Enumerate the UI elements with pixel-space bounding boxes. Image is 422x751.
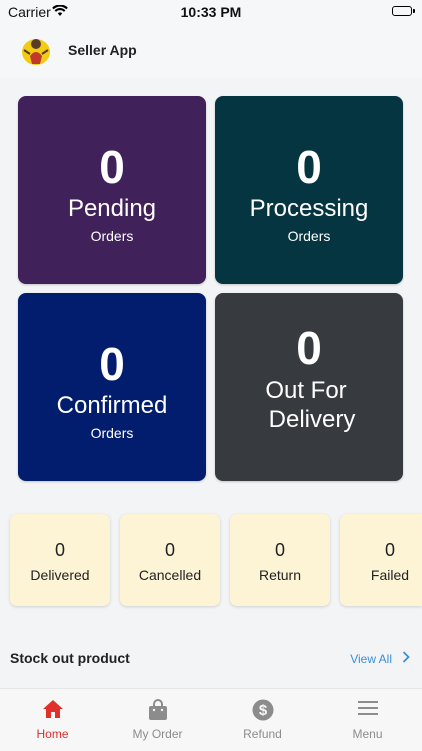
delivered-label: Delivered xyxy=(30,567,90,583)
processing-count: 0 xyxy=(296,141,322,193)
return-tile[interactable]: 0 Return xyxy=(230,514,330,606)
out-for-delivery-card[interactable]: 0 Out For Delivery xyxy=(215,293,403,481)
dollar-icon: $ xyxy=(210,699,315,721)
shopping-bag-icon xyxy=(105,699,210,721)
app-title: Seller App xyxy=(68,42,137,58)
status-bar: Carrier 10:33 PM xyxy=(0,0,422,24)
failed-count: 0 xyxy=(384,540,395,560)
out-for-delivery-title-line2: Delivery xyxy=(268,406,356,433)
nav-menu-label: Menu xyxy=(352,727,383,741)
hamburger-menu-icon xyxy=(315,699,420,721)
nav-my-order-label: My Order xyxy=(132,727,183,741)
nav-home[interactable]: Home xyxy=(0,689,105,751)
processing-title: Processing xyxy=(249,195,369,222)
clock: 10:33 PM xyxy=(180,4,242,20)
app-header: Seller App xyxy=(0,24,422,76)
avatar xyxy=(18,34,54,66)
view-all-link[interactable]: View All xyxy=(350,650,410,668)
home-icon xyxy=(0,699,105,721)
delivered-count: 0 xyxy=(54,540,65,560)
pending-subtitle: Orders xyxy=(90,228,134,244)
nav-home-label: Home xyxy=(36,727,69,741)
battery-icon xyxy=(392,6,415,16)
failed-tile[interactable]: 0 Failed xyxy=(340,514,422,606)
pending-orders-card[interactable]: 0 Pending Orders xyxy=(18,96,206,284)
nav-my-order[interactable]: My Order xyxy=(105,689,210,751)
cancelled-count: 0 xyxy=(164,540,175,560)
svg-text:$: $ xyxy=(258,702,267,719)
view-all-label: View All xyxy=(350,652,392,666)
processing-subtitle: Orders xyxy=(287,228,331,244)
cancelled-label: Cancelled xyxy=(138,567,202,583)
return-label: Return xyxy=(258,567,302,583)
confirmed-orders-card[interactable]: 0 Confirmed Orders xyxy=(18,293,206,481)
nav-menu[interactable]: Menu xyxy=(315,689,420,751)
nav-refund[interactable]: $ Refund xyxy=(210,689,315,751)
chevron-right-icon xyxy=(402,650,410,668)
stock-out-heading: Stock out product xyxy=(10,650,130,666)
confirmed-subtitle: Orders xyxy=(90,425,134,441)
bottom-nav: Home My Order $ Refund Menu xyxy=(0,688,422,751)
pending-count: 0 xyxy=(99,141,125,193)
cancelled-tile[interactable]: 0 Cancelled xyxy=(120,514,220,606)
return-count: 0 xyxy=(274,540,285,560)
out-for-delivery-count: 0 xyxy=(296,322,322,374)
nav-refund-label: Refund xyxy=(243,727,282,741)
confirmed-title: Confirmed xyxy=(56,392,168,419)
out-for-delivery-title-line1: Out For xyxy=(265,377,347,404)
delivered-tile[interactable]: 0 Delivered xyxy=(10,514,110,606)
processing-orders-card[interactable]: 0 Processing Orders xyxy=(215,96,403,284)
failed-label: Failed xyxy=(370,567,410,583)
confirmed-count: 0 xyxy=(99,338,125,390)
pending-title: Pending xyxy=(67,195,157,222)
